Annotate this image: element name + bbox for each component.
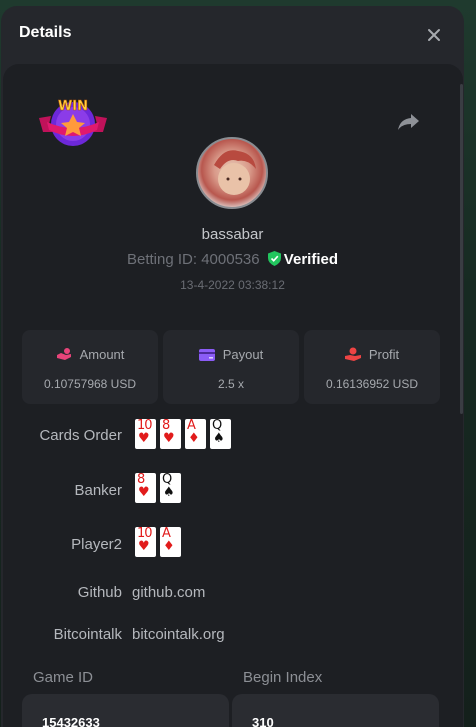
betting-id-value: 4000536 xyxy=(201,251,260,268)
betting-id-label: Betting ID: xyxy=(127,251,198,268)
begin-index-field[interactable]: 310 xyxy=(232,694,439,727)
game-id-field[interactable]: 15432633 xyxy=(22,694,229,727)
player2-cards: 10 ♥ A ♦ xyxy=(135,527,181,557)
github-value: github.com xyxy=(132,584,206,601)
avatar xyxy=(196,137,268,209)
begin-index-label: Begin Index xyxy=(243,669,323,686)
scrollbar-thumb[interactable] xyxy=(460,84,463,414)
payout-label: Payout xyxy=(222,347,264,362)
modal-header: Details xyxy=(1,6,464,62)
playing-card: A ♦ xyxy=(160,527,181,557)
cards-order-cards: 10 ♥ 8 ♥ A ♦ Q ♠ xyxy=(135,419,231,449)
profit-value: 0.16136952 USD xyxy=(325,377,419,391)
playing-card: 8 ♥ xyxy=(160,419,181,449)
playing-card: 8 ♥ xyxy=(135,473,156,503)
cards-order-label: Cards Order xyxy=(39,427,122,444)
banker-cards: 8 ♥ Q ♠ xyxy=(135,473,181,503)
win-badge-text: WIN xyxy=(58,99,88,114)
username: bassabar xyxy=(201,226,264,243)
modal-title: Details xyxy=(19,24,72,41)
github-label: Github xyxy=(77,584,122,601)
hand-coins-icon xyxy=(56,348,71,360)
player2-label: Player2 xyxy=(71,536,122,553)
profit-label: Profit xyxy=(368,347,400,362)
game-id-label: Game ID xyxy=(33,669,94,686)
timestamp: 13-4-2022 03:38:12 xyxy=(180,278,285,292)
close-button[interactable] xyxy=(421,22,447,48)
profit-card: Profit 0.16136952 USD xyxy=(304,330,440,404)
payout-value: 2.5 x xyxy=(217,377,244,391)
banker-label: Banker xyxy=(74,482,122,499)
card-icon xyxy=(198,349,215,361)
verified-label: Verified xyxy=(283,251,338,268)
betting-id-row: Betting ID: 4000536 Verified xyxy=(1,251,464,268)
verified-shield-icon xyxy=(267,251,281,266)
game-id-value: 15432633 xyxy=(42,715,100,727)
win-badge-icon: WIN xyxy=(39,99,107,146)
amount-label: Amount xyxy=(79,347,125,362)
details-modal: Details WIN bassabar Betting ID: 4000536 xyxy=(1,6,464,727)
payout-card: Payout 2.5 x xyxy=(163,330,299,404)
bitcointalk-value: bitcointalk.org xyxy=(132,626,225,643)
amount-card: Amount 0.10757968 USD xyxy=(22,330,158,404)
share-icon[interactable] xyxy=(395,110,421,134)
playing-card: Q ♠ xyxy=(160,473,181,503)
bitcointalk-label: Bitcointalk xyxy=(53,626,122,643)
begin-index-value: 310 xyxy=(252,715,274,727)
playing-card: 10 ♥ xyxy=(135,419,156,449)
playing-card: A ♦ xyxy=(185,419,206,449)
close-icon xyxy=(428,29,440,41)
amount-value: 0.10757968 USD xyxy=(43,377,137,391)
profit-hand-icon xyxy=(344,347,361,361)
playing-card: Q ♠ xyxy=(210,419,231,449)
playing-card: 10 ♥ xyxy=(135,527,156,557)
